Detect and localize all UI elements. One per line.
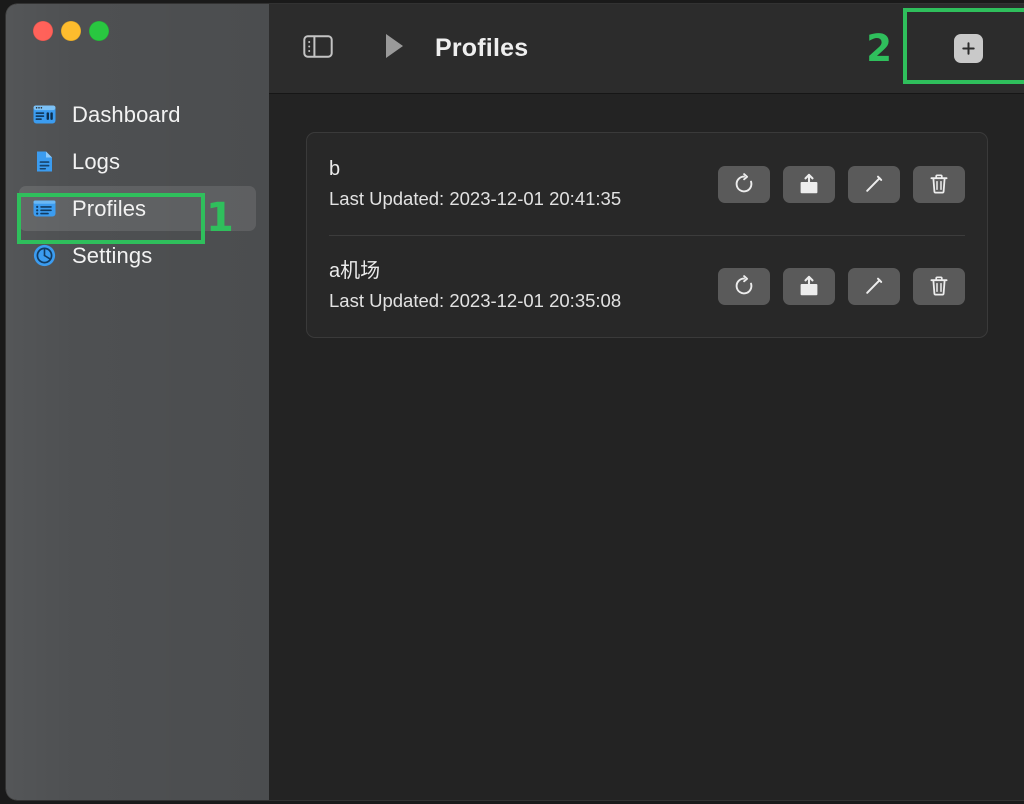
toolbar: Profiles 2 (269, 4, 1024, 94)
pencil-icon (863, 173, 885, 195)
main-area: Profiles 2 (269, 4, 1024, 800)
sidebar: Dashboard Logs (6, 4, 269, 800)
profile-row[interactable]: b Last Updated: 2023-12-01 20:41:35 (329, 133, 965, 235)
window-traffic-lights (6, 4, 269, 68)
refresh-icon (733, 275, 755, 297)
profile-info: b Last Updated: 2023-12-01 20:41:35 (329, 158, 718, 209)
document-icon (31, 149, 57, 175)
sidebar-toggle-button[interactable] (299, 30, 337, 68)
forward-button[interactable] (375, 30, 413, 68)
profiles-card: b Last Updated: 2023-12-01 20:41:35 (306, 132, 988, 338)
plus-icon (960, 40, 977, 57)
refresh-profile-button[interactable] (718, 268, 770, 305)
dial-icon (31, 243, 57, 269)
profile-last-updated: Last Updated: 2023-12-01 20:35:08 (329, 291, 718, 311)
profile-actions (718, 268, 965, 305)
zoom-button[interactable] (89, 21, 109, 41)
add-profile-button-wrap (934, 29, 1002, 69)
delete-profile-button[interactable] (913, 268, 965, 305)
sidebar-item-label: Settings (72, 243, 152, 269)
share-profile-button[interactable] (783, 268, 835, 305)
sidebar-item-logs[interactable]: Logs (19, 139, 256, 184)
sidebar-item-dashboard[interactable]: Dashboard (19, 92, 256, 137)
share-icon (798, 173, 820, 195)
delete-profile-button[interactable] (913, 166, 965, 203)
sidebar-item-label: Profiles (72, 196, 146, 222)
share-icon (798, 275, 820, 297)
pencil-icon (863, 275, 885, 297)
profile-name: b (329, 158, 718, 180)
close-button[interactable] (33, 21, 53, 41)
annotation-step-2: 2 (866, 30, 892, 67)
app-root: Dashboard Logs (0, 0, 1024, 804)
minimize-button[interactable] (61, 21, 81, 41)
play-triangle-icon (382, 32, 406, 65)
share-profile-button[interactable] (783, 166, 835, 203)
refresh-icon (733, 173, 755, 195)
list-icon (31, 196, 57, 222)
sidebar-nav: Dashboard Logs (6, 92, 269, 278)
page-title: Profiles (435, 34, 528, 63)
sidebar-item-label: Dashboard (72, 102, 181, 128)
profile-info: a机场 Last Updated: 2023-12-01 20:35:08 (329, 260, 718, 311)
sidebar-item-label: Logs (72, 149, 120, 175)
annotation-step-1: 1 (206, 198, 234, 238)
profile-row[interactable]: a机场 Last Updated: 2023-12-01 20:35:08 (329, 235, 965, 337)
profile-name: a机场 (329, 260, 718, 282)
app-window: Dashboard Logs (6, 4, 1024, 800)
add-profile-button[interactable] (954, 34, 983, 63)
content-area: b Last Updated: 2023-12-01 20:41:35 (269, 94, 1024, 800)
profile-actions (718, 166, 965, 203)
profile-last-updated: Last Updated: 2023-12-01 20:41:35 (329, 189, 718, 209)
edit-profile-button[interactable] (848, 166, 900, 203)
edit-profile-button[interactable] (848, 268, 900, 305)
refresh-profile-button[interactable] (718, 166, 770, 203)
trash-icon (928, 173, 950, 195)
dashboard-icon (31, 102, 57, 128)
sidebar-toggle-icon (303, 34, 333, 64)
trash-icon (928, 275, 950, 297)
